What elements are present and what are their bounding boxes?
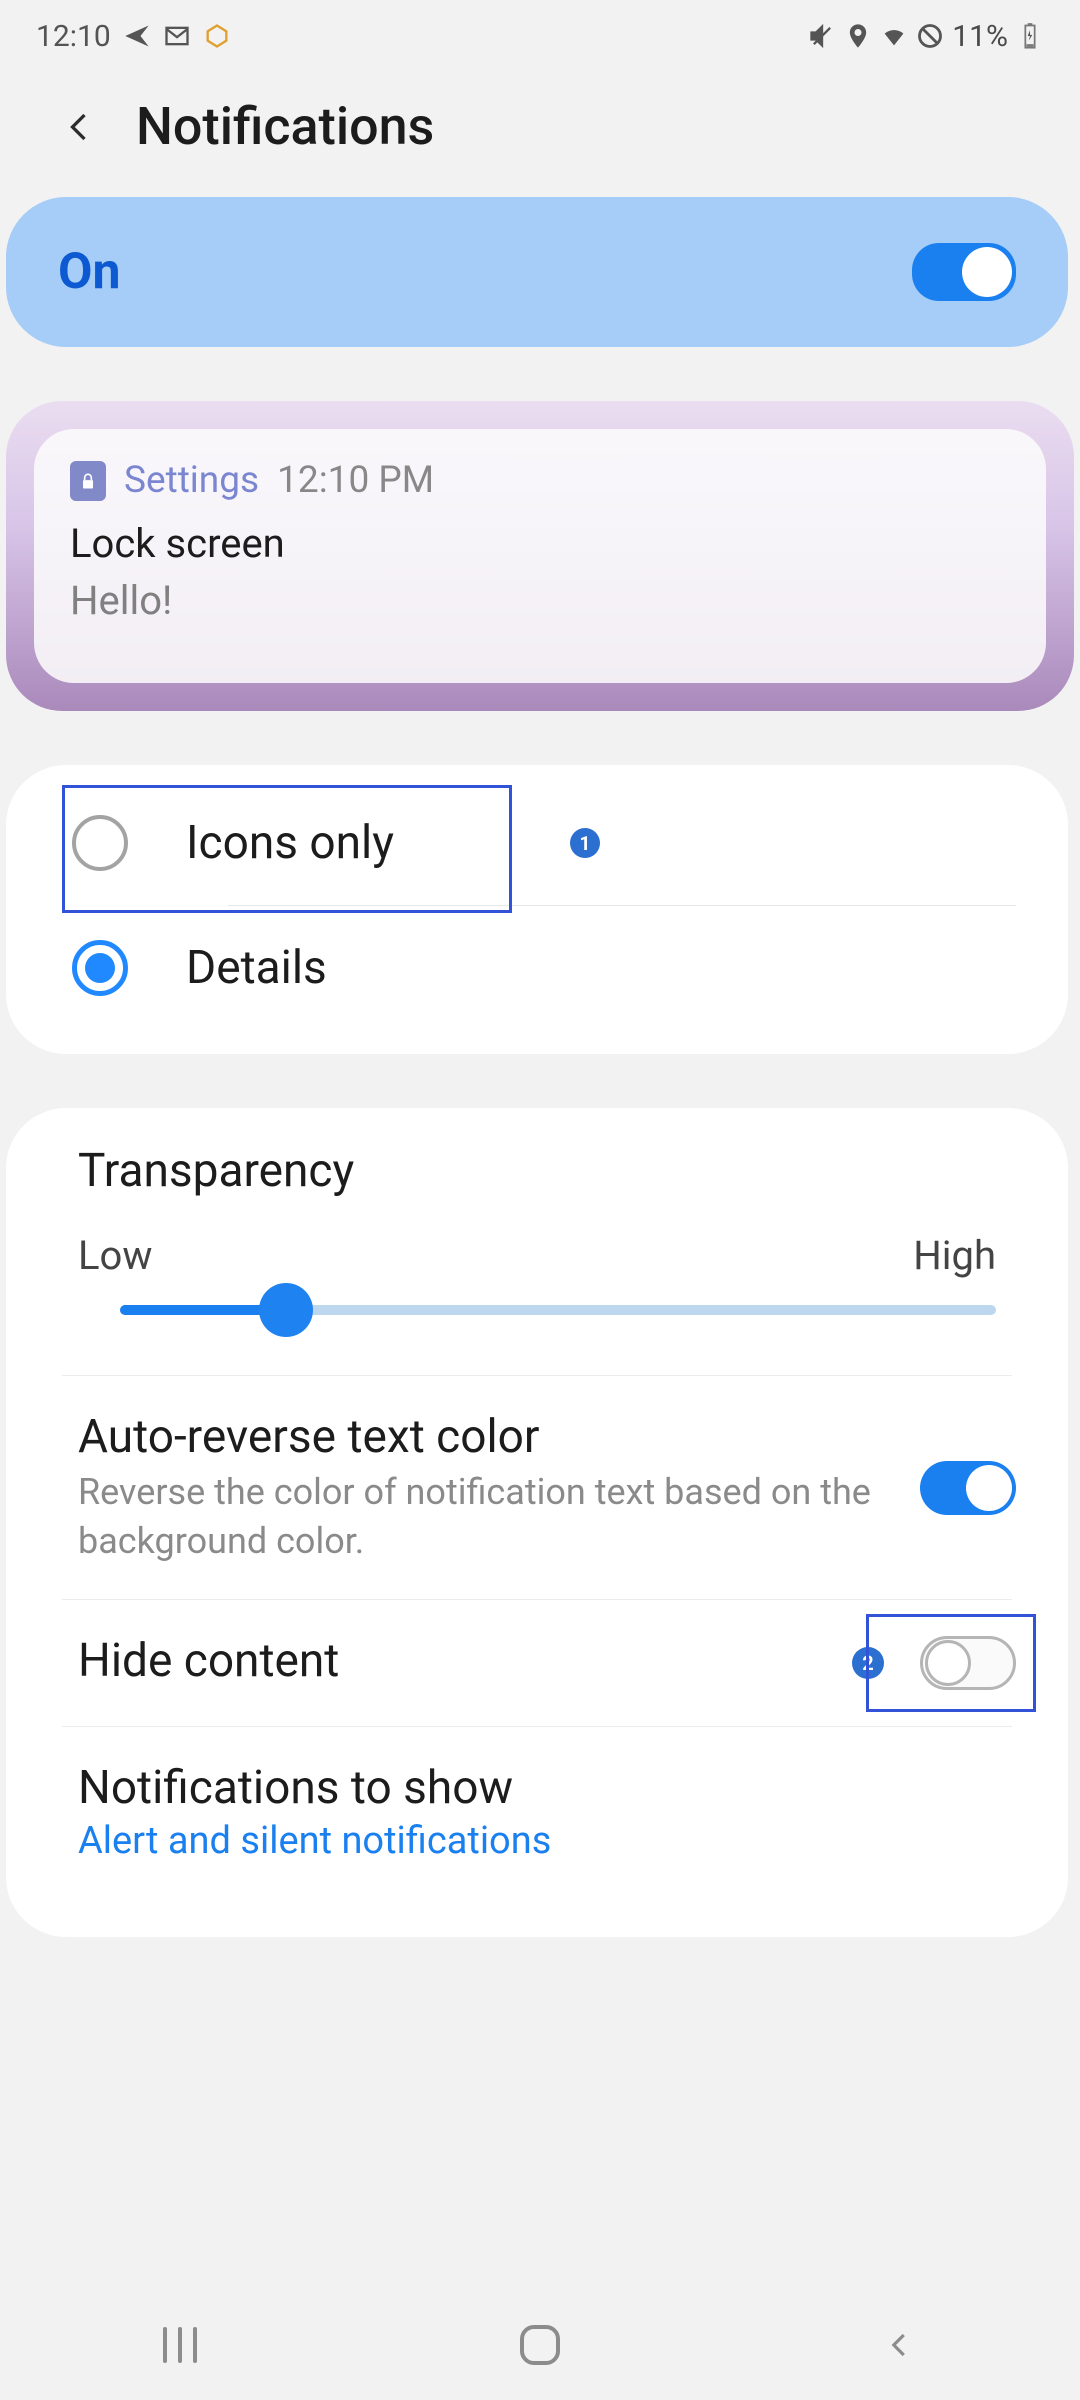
page-title: Notifications (136, 96, 434, 157)
settings-card: Transparency Low High Auto-reverse text … (6, 1108, 1068, 1937)
recents-button[interactable] (140, 2315, 220, 2375)
slider-low-label: Low (78, 1232, 152, 1279)
step-badge-2: 2 (852, 1647, 884, 1679)
lock-icon (70, 461, 106, 501)
hide-content-row[interactable]: Hide content 2 (6, 1600, 1068, 1726)
transparency-slider[interactable] (6, 1305, 1068, 1375)
wifi-icon (880, 22, 908, 50)
recents-icon (159, 2325, 201, 2365)
status-bar: 12:10 11% (0, 0, 1080, 72)
auto-reverse-toggle[interactable] (920, 1461, 1016, 1515)
hex-icon (203, 22, 231, 50)
send-icon (123, 22, 151, 50)
notification-card-preview: Settings 12:10 PM Lock screen Hello! (34, 429, 1046, 683)
battery-icon (1016, 22, 1044, 50)
status-bar-right: 11% (808, 19, 1044, 54)
back-button[interactable] (60, 105, 100, 149)
style-option-icons-only[interactable]: Icons only 1 (6, 781, 1068, 905)
preview-title: Lock screen (70, 520, 1010, 567)
master-toggle-label: On (58, 243, 121, 301)
slider-thumb[interactable] (259, 1283, 313, 1337)
transparency-title: Transparency (6, 1144, 1068, 1232)
chevron-left-icon (62, 103, 98, 151)
preview-timestamp: 12:10 PM (277, 459, 434, 502)
auto-reverse-title: Auto-reverse text color (78, 1410, 900, 1464)
status-bar-left: 12:10 (36, 19, 231, 54)
home-icon (517, 2322, 563, 2368)
notifications-to-show-value: Alert and silent notifications (78, 1819, 1016, 1863)
battery-text: 11% (952, 19, 1008, 54)
preview-app-name: Settings (124, 459, 259, 502)
style-option-details[interactable]: Details (6, 906, 1068, 1030)
radio-details[interactable] (72, 940, 128, 996)
chevron-left-icon (885, 2323, 915, 2367)
style-label-icons-only: Icons only (186, 816, 394, 870)
auto-reverse-sub: Reverse the color of notification text b… (78, 1468, 900, 1565)
navigation-bar (0, 2290, 1080, 2400)
preview-body: Hello! (70, 577, 1010, 624)
nav-back-button[interactable] (860, 2315, 940, 2375)
master-toggle[interactable] (912, 243, 1016, 301)
mute-icon (808, 22, 836, 50)
status-time: 12:10 (36, 19, 111, 54)
hide-content-title: Hide content (78, 1634, 832, 1688)
gmail-icon (163, 22, 191, 50)
do-not-disturb-icon (916, 22, 944, 50)
radio-icons-only[interactable] (72, 815, 128, 871)
slider-labels: Low High (6, 1232, 1068, 1305)
home-button[interactable] (500, 2315, 580, 2375)
header: Notifications (0, 72, 1080, 197)
location-icon (844, 22, 872, 50)
hide-content-toggle[interactable] (920, 1636, 1016, 1690)
step-badge-1: 1 (570, 828, 600, 858)
auto-reverse-row[interactable]: Auto-reverse text color Reverse the colo… (6, 1376, 1068, 1599)
style-selector-card: Icons only 1 Details (6, 765, 1068, 1054)
style-label-details: Details (186, 941, 327, 995)
slider-high-label: High (913, 1232, 996, 1279)
master-toggle-card: On (6, 197, 1068, 347)
notifications-to-show-row[interactable]: Notifications to show Alert and silent n… (6, 1727, 1068, 1897)
notification-preview: Settings 12:10 PM Lock screen Hello! (6, 401, 1074, 711)
notifications-to-show-title: Notifications to show (78, 1761, 1016, 1815)
